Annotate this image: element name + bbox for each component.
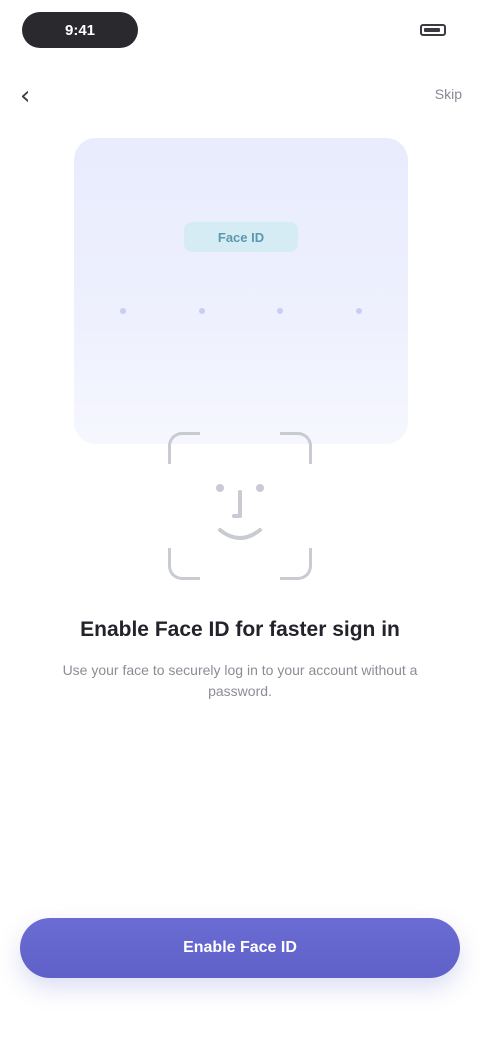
decoration-dot — [277, 308, 284, 314]
face-id-frame — [168, 432, 312, 580]
nav-bar: ‹ Skip — [0, 78, 480, 112]
chevron-left-icon: ‹ — [20, 81, 31, 111]
battery-icon — [420, 24, 446, 36]
status-indicators — [420, 22, 446, 38]
enable-face-id-button[interactable]: Enable Face ID — [20, 918, 460, 978]
status-bar: 9:41 — [0, 0, 480, 62]
page-title: Enable Face ID for faster sign in — [80, 618, 400, 641]
decoration-dot — [198, 308, 205, 314]
back-button[interactable]: ‹ — [20, 82, 52, 110]
skip-link[interactable]: Skip — [435, 86, 462, 106]
hero-decoration — [120, 308, 362, 314]
decoration-dot — [355, 308, 362, 314]
decoration-dot — [120, 308, 126, 314]
status-time: 9:41 — [22, 12, 138, 48]
face-id-icon — [216, 484, 264, 540]
hero-badge: Face ID — [184, 222, 298, 252]
page-subtitle: Use your face to securely log in to your… — [62, 662, 418, 699]
hero-card: Face ID — [74, 138, 408, 444]
